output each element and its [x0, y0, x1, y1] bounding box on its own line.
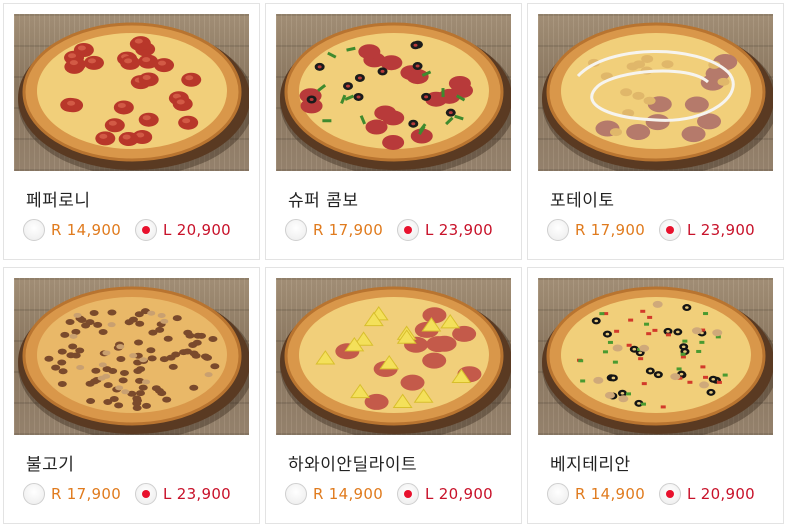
- size-options: R 14,900 L 20,900: [547, 482, 777, 506]
- pizza-name: 포테이토: [550, 191, 615, 211]
- regular-size-radio[interactable]: [285, 483, 307, 505]
- large-size-option[interactable]: L 23,900: [659, 218, 755, 242]
- regular-price: R 14,900: [575, 485, 646, 503]
- large-price: L 23,900: [163, 485, 232, 503]
- regular-size-option[interactable]: R 14,900: [547, 482, 645, 506]
- pizza-card-bulgogi: 불고기 R 17,900 L 23,900: [3, 267, 260, 524]
- large-price: L 20,900: [163, 221, 232, 239]
- large-size-radio[interactable]: [135, 219, 157, 241]
- pizza-card-potato: 포테이토 R 17,900 L 23,900: [527, 3, 784, 260]
- regular-size-radio[interactable]: [547, 483, 569, 505]
- size-options: R 17,900 L 23,900: [285, 218, 515, 242]
- regular-price: R 14,900: [313, 485, 384, 503]
- regular-size-radio[interactable]: [547, 219, 569, 241]
- large-size-radio[interactable]: [397, 219, 419, 241]
- large-size-option[interactable]: L 20,900: [135, 218, 231, 242]
- pizza-illustration: [18, 286, 249, 435]
- pizza-photo[interactable]: [276, 278, 511, 435]
- pizza-photo[interactable]: [538, 14, 773, 171]
- pizza-photo[interactable]: [14, 278, 249, 435]
- pizza-card-super-combo: 슈퍼 콤보 R 17,900 L 23,900: [265, 3, 522, 260]
- large-size-option[interactable]: L 23,900: [135, 482, 231, 506]
- size-options: R 14,900 L 20,900: [23, 218, 253, 242]
- regular-size-option[interactable]: R 14,900: [285, 482, 383, 506]
- regular-size-option[interactable]: R 17,900: [23, 482, 121, 506]
- regular-price: R 17,900: [313, 221, 384, 239]
- large-size-radio[interactable]: [659, 483, 681, 505]
- regular-size-radio[interactable]: [23, 219, 45, 241]
- regular-price: R 17,900: [575, 221, 646, 239]
- regular-price: R 14,900: [51, 221, 122, 239]
- pizza-illustration: [280, 286, 511, 435]
- pizza-name: 하와이안딜라이트: [288, 455, 418, 475]
- pizza-photo[interactable]: [276, 14, 511, 171]
- regular-price: R 17,900: [51, 485, 122, 503]
- large-size-option[interactable]: L 20,900: [659, 482, 755, 506]
- pizza-menu-grid: 페퍼로니 R 14,900 L 20,900 슈퍼 콤보 R 17,900 L …: [3, 3, 784, 526]
- large-size-radio[interactable]: [659, 219, 681, 241]
- pizza-illustration: [542, 286, 773, 435]
- large-price: L 23,900: [425, 221, 494, 239]
- pizza-illustration: [18, 22, 249, 171]
- regular-size-radio[interactable]: [23, 483, 45, 505]
- regular-size-option[interactable]: R 17,900: [285, 218, 383, 242]
- pizza-card-pepperoni: 페퍼로니 R 14,900 L 20,900: [3, 3, 260, 260]
- regular-size-option[interactable]: R 17,900: [547, 218, 645, 242]
- large-price: L 20,900: [687, 485, 756, 503]
- large-size-radio[interactable]: [397, 483, 419, 505]
- pizza-name: 불고기: [26, 455, 75, 475]
- large-size-radio[interactable]: [135, 483, 157, 505]
- pizza-illustration: [280, 22, 511, 171]
- pizza-photo[interactable]: [538, 278, 773, 435]
- pizza-name: 베지테리안: [550, 455, 631, 475]
- pizza-name: 슈퍼 콤보: [288, 191, 359, 211]
- size-options: R 17,900 L 23,900: [547, 218, 777, 242]
- large-price: L 23,900: [687, 221, 756, 239]
- large-price: L 20,900: [425, 485, 494, 503]
- pizza-card-hawaiian-delight: 하와이안딜라이트 R 14,900 L 20,900: [265, 267, 522, 524]
- pizza-illustration: [542, 22, 773, 171]
- pizza-name: 페퍼로니: [26, 191, 91, 211]
- large-size-option[interactable]: L 20,900: [397, 482, 493, 506]
- pizza-photo[interactable]: [14, 14, 249, 171]
- regular-size-option[interactable]: R 14,900: [23, 218, 121, 242]
- regular-size-radio[interactable]: [285, 219, 307, 241]
- size-options: R 17,900 L 23,900: [23, 482, 253, 506]
- size-options: R 14,900 L 20,900: [285, 482, 515, 506]
- large-size-option[interactable]: L 23,900: [397, 218, 493, 242]
- pizza-card-vegetarian: 베지테리안 R 14,900 L 20,900: [527, 267, 784, 524]
